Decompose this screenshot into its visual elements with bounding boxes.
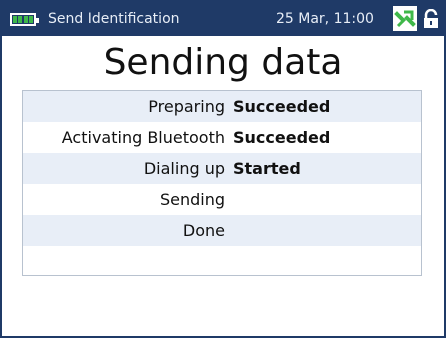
status-list: Preparing Succeeded Activating Bluetooth…	[22, 90, 422, 276]
step-label: Sending	[159, 190, 225, 209]
step-label: Preparing	[148, 97, 225, 116]
step-status: Succeeded	[233, 97, 331, 116]
step-label: Done	[182, 221, 225, 240]
step-label: Dialing up	[143, 159, 225, 178]
status-row-activating-bluetooth: Activating Bluetooth Succeeded	[23, 122, 421, 153]
status-row-dialing-up: Dialing up Started	[23, 153, 421, 184]
status-row-done: Done	[23, 215, 421, 246]
status-row-sending: Sending	[23, 184, 421, 215]
step-status: Started	[233, 159, 301, 178]
status-row-preparing: Preparing Succeeded	[23, 91, 421, 122]
device-screen: Send Identification 25 Mar, 11:00 Sendin…	[0, 0, 446, 338]
step-label: Activating Bluetooth	[61, 128, 225, 147]
satellite-signal-icon	[393, 6, 417, 31]
battery-icon	[10, 12, 39, 26]
status-row-empty	[23, 246, 421, 277]
lock-icon[interactable]	[420, 6, 442, 31]
title-bar: Send Identification 25 Mar, 11:00	[2, 2, 444, 36]
page-title: Sending data	[103, 42, 343, 83]
date-time: 25 Mar, 11:00	[276, 11, 374, 27]
step-status: Succeeded	[233, 128, 331, 147]
window-title: Send Identification	[48, 11, 180, 27]
